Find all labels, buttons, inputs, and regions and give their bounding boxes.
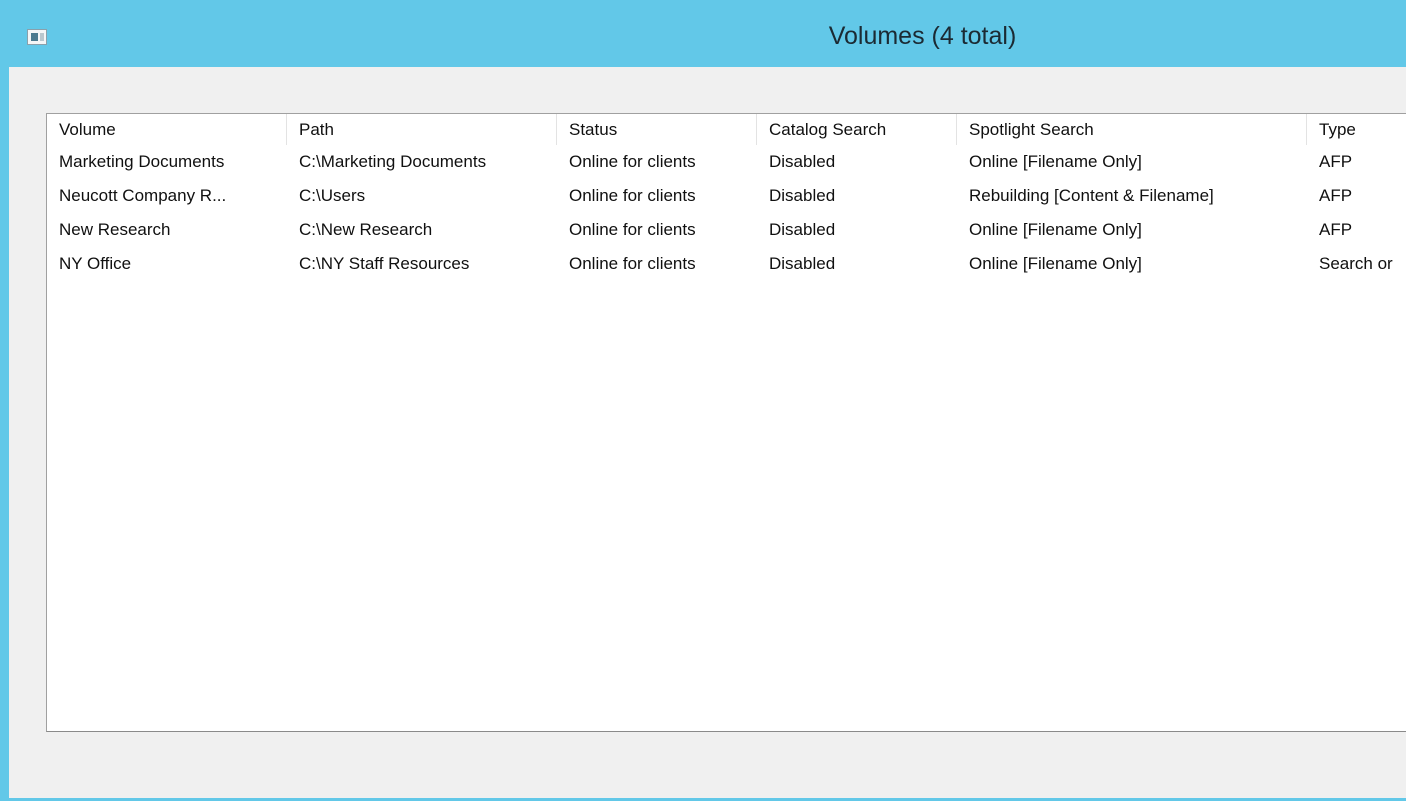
table-row[interactable]: New Research C:\New Research Online for …: [47, 213, 1406, 247]
cell-type: Search or: [1319, 254, 1393, 273]
cell-spotlight-search: Online [Filename Only]: [969, 254, 1142, 273]
cell-status: Online for clients: [569, 152, 696, 171]
cell-status: Online for clients: [569, 254, 696, 273]
cell-path: C:\NY Staff Resources: [299, 254, 470, 273]
cell-volume: Neucott Company R...: [59, 186, 227, 205]
cell-type: AFP: [1319, 220, 1353, 239]
window-client-area: Volume Path Status Catalog Search Spotli…: [9, 67, 1406, 798]
cell-catalog-search: Disabled: [769, 220, 836, 239]
volumes-list[interactable]: Volume Path Status Catalog Search Spotli…: [46, 113, 1406, 732]
cell-spotlight-search: Rebuilding [Content & Filename]: [969, 186, 1214, 205]
column-header-spotlight-search[interactable]: Spotlight Search: [957, 114, 1307, 145]
table-row[interactable]: Marketing Documents C:\Marketing Documen…: [47, 145, 1406, 179]
cell-status: Online for clients: [569, 220, 696, 239]
cell-type: AFP: [1319, 186, 1353, 205]
column-header-catalog-search[interactable]: Catalog Search: [757, 114, 957, 145]
column-header-path[interactable]: Path: [287, 114, 557, 145]
cell-volume: New Research: [59, 220, 171, 239]
list-header: Volume Path Status Catalog Search Spotli…: [47, 114, 1406, 145]
column-header-type[interactable]: Type: [1307, 114, 1406, 145]
cell-catalog-search: Disabled: [769, 186, 836, 205]
window-title: Volumes (4 total): [828, 22, 1017, 50]
column-header-status[interactable]: Status: [557, 114, 757, 145]
cell-path: C:\Users: [299, 186, 366, 205]
volumes-window: Volumes (4 total) Volume Path Status Cat…: [0, 0, 1406, 801]
cell-spotlight-search: Online [Filename Only]: [969, 152, 1142, 171]
cell-catalog-search: Disabled: [769, 152, 836, 171]
cell-spotlight-search: Online [Filename Only]: [969, 220, 1142, 239]
column-header-volume[interactable]: Volume: [47, 114, 287, 145]
cell-path: C:\New Research: [299, 220, 433, 239]
cell-path: C:\Marketing Documents: [299, 152, 487, 171]
table-row[interactable]: Neucott Company R... C:\Users Online for…: [47, 179, 1406, 213]
table-row[interactable]: NY Office C:\NY Staff Resources Online f…: [47, 247, 1406, 281]
cell-status: Online for clients: [569, 186, 696, 205]
cell-volume: Marketing Documents: [59, 152, 225, 171]
cell-type: AFP: [1319, 152, 1353, 171]
cell-catalog-search: Disabled: [769, 254, 836, 273]
cell-volume: NY Office: [59, 254, 132, 273]
